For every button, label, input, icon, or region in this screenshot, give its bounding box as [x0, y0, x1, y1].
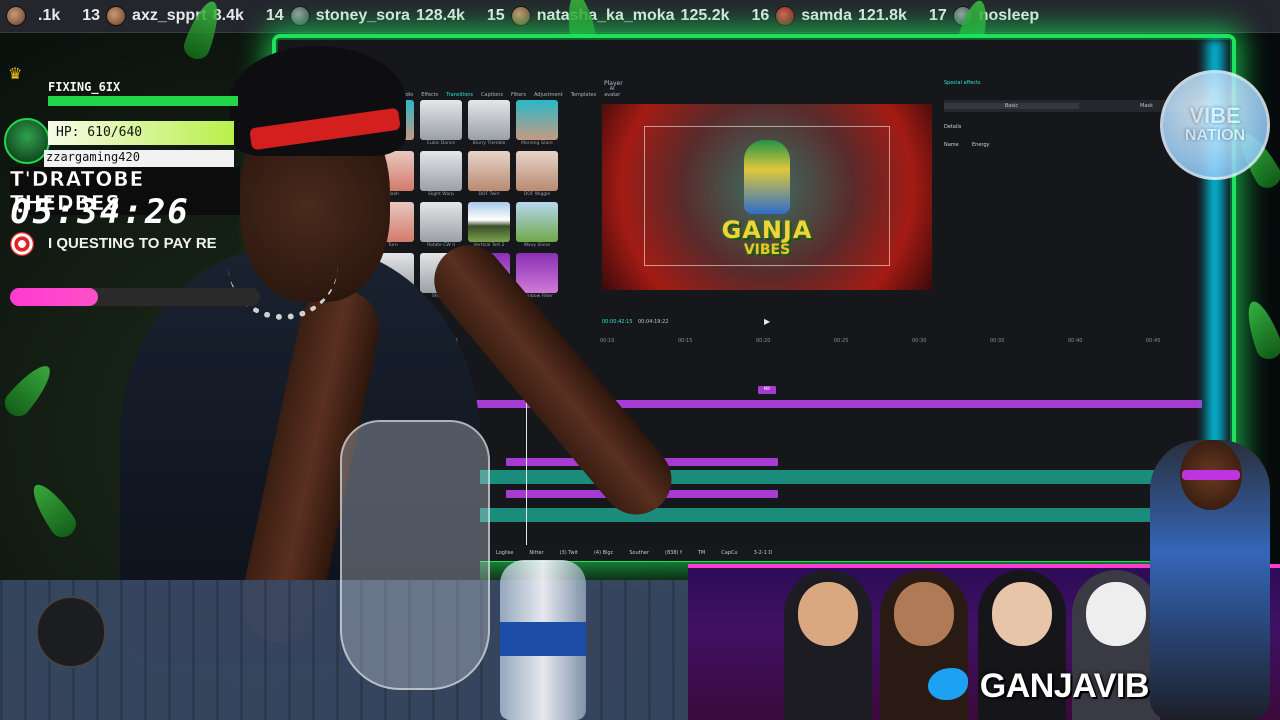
ticker-entry: 17 nosleep [929, 6, 1045, 26]
editor-tab[interactable]: Templates [571, 92, 596, 98]
taskbar-item[interactable]: CapCu [721, 550, 737, 556]
hud-username: zzargaming420 [44, 150, 234, 168]
stream-scene: .1k 13 axz_spprt 8.4k 14 stoney_sora 128.4k 15 n… [0, 0, 1280, 720]
editor-tab[interactable]: AI avatar [604, 86, 620, 98]
logo-character [744, 140, 790, 214]
side-panel-title: Special effects [944, 80, 981, 86]
user-avatar-icon [6, 6, 26, 26]
ticker-count: 121.8k [857, 7, 907, 24]
ticker-rank: 15 [486, 7, 505, 24]
hud-player-name: FIXING_6IX [48, 80, 121, 94]
ruler-tick: 00:35 [990, 338, 1005, 344]
ticker-username: natasha_ka_moka [536, 7, 675, 24]
goal-progress-fill [10, 288, 98, 306]
ruler-tick: 00:30 [912, 338, 927, 344]
ruler-tick: 00:15 [678, 338, 693, 344]
ticker-entry: .1k [0, 6, 60, 26]
ticker-entry: 14 stoney_sora 128.4k [266, 6, 465, 26]
ruler-tick: 00:10 [600, 338, 615, 344]
bottle-label [500, 622, 586, 656]
ticker-entry: 15 natasha_ka_moka 125.2k [486, 6, 730, 26]
name-value: Energy [972, 142, 990, 148]
taskbar-item[interactable]: (4) Bigc [594, 550, 613, 556]
ticker-count: 125.2k [680, 7, 730, 24]
cartoon-character [784, 570, 872, 720]
hud-timer: 05:34:26 [10, 192, 190, 232]
logo-line-2: VIBES [743, 242, 791, 258]
logo-line-1: GANJA [721, 216, 813, 244]
player-preview[interactable]: GANJA VIBES [602, 104, 932, 290]
ticker-username: samda [801, 7, 852, 24]
player-title: Player [604, 80, 623, 87]
ruler-tick: 00:45 [1146, 338, 1161, 344]
play-icon[interactable]: ▶ [764, 317, 770, 326]
ticker-entry: 13 axz_spprt 8.4k [82, 6, 244, 26]
details-label[interactable]: Details [944, 124, 961, 130]
ticker-rank: 14 [265, 7, 284, 24]
tab-basic[interactable]: Basic [944, 103, 1079, 109]
user-avatar-icon [106, 6, 127, 26]
ruler-tick: 00:20 [756, 338, 771, 344]
taskbar-item[interactable]: 3-2-1 D [754, 550, 773, 556]
ruler-tick: 00:40 [1068, 338, 1083, 344]
ticker-rank: 13 [82, 7, 101, 24]
badge-line-1: VIBE [1189, 103, 1241, 128]
name-label: Name [944, 142, 959, 148]
stream-hud: ♛ FIXING_6IX HP: 610/640 zzargaming420 T… [0, 60, 260, 365]
ticker-entry: 16 samda 121.8k [751, 6, 907, 26]
vibe-nation-logo: VIBE NATION [1160, 70, 1270, 180]
badge-line-2: NATION [1184, 127, 1246, 144]
clip-tag[interactable]: Mill [758, 386, 776, 394]
ticker-rank: 16 [751, 7, 770, 24]
duration: 00:04:19:22 [638, 319, 669, 325]
taskbar-item[interactable]: TM [698, 550, 705, 556]
target-icon [10, 232, 34, 256]
hud-goal: I QUESTING TO PAY RE [48, 235, 217, 252]
leaf-decoration [0, 358, 59, 422]
user-avatar-icon [510, 6, 531, 26]
current-time: 00:00:42:15 [602, 319, 633, 325]
ticker-count: 128.4k [415, 7, 465, 24]
taskbar-item[interactable]: Souther [629, 550, 649, 556]
ticker-count: .1k [38, 7, 61, 24]
leaf-decoration [25, 477, 81, 543]
taskbar: Scene 5LogliseNitter(3) Twit(4) BigcSout… [452, 545, 1232, 561]
hud-hp: HP: 610/640 [48, 121, 234, 145]
user-avatar-icon [289, 6, 310, 26]
mascot-visor [1182, 470, 1240, 480]
hud-name-bar [48, 96, 238, 106]
ticker-username: stoney_sora [315, 7, 410, 24]
glass-piece [340, 420, 490, 690]
ticker-rank: 17 [928, 7, 947, 24]
taskbar-item[interactable]: (3) Twit [560, 550, 578, 556]
crown-icon: ♛ [8, 64, 23, 83]
user-avatar-icon [775, 6, 796, 26]
mouse [36, 596, 106, 668]
taskbar-item[interactable]: (838) f [665, 550, 682, 556]
ruler-tick: 00:25 [834, 338, 849, 344]
ticker-username: nosleep [978, 7, 1040, 24]
leaf-decoration [1240, 297, 1280, 363]
